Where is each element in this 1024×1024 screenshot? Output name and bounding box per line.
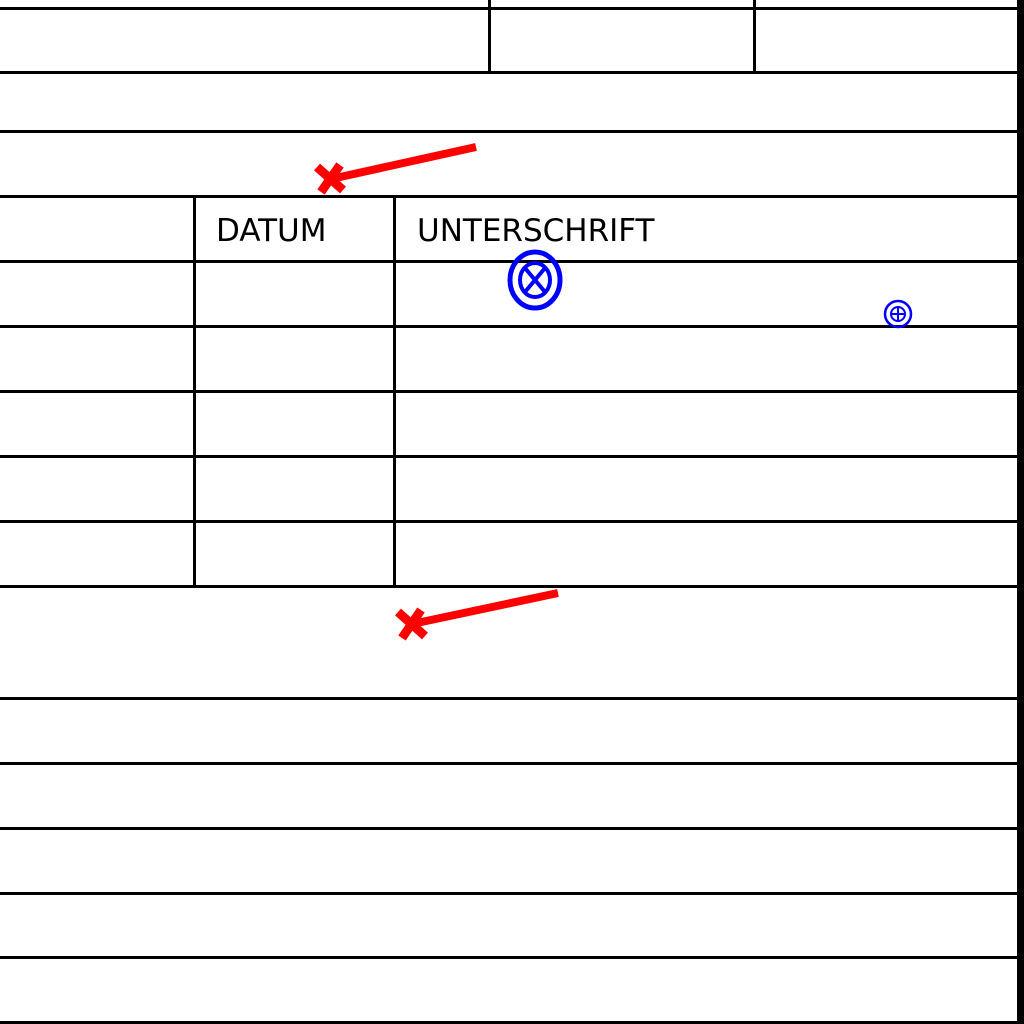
rule-line (0, 195, 1018, 198)
page-border (1017, 0, 1024, 1024)
form-sheet: DATUM UNTERSCHRIFT (0, 0, 1024, 1024)
datum-cell[interactable] (196, 523, 393, 585)
unterschrift-cell[interactable] (396, 328, 1017, 390)
top-field-right[interactable] (756, 10, 1017, 71)
form-line[interactable] (0, 959, 1017, 1021)
top-field-middle[interactable] (491, 10, 753, 71)
name-cell[interactable] (0, 458, 193, 520)
name-cell[interactable] (0, 523, 193, 585)
name-cell[interactable] (0, 263, 193, 325)
form-line[interactable] (0, 133, 1017, 195)
unterschrift-cell[interactable] (396, 458, 1017, 520)
form-line[interactable] (0, 765, 1017, 827)
datum-column-header: DATUM (216, 213, 327, 249)
name-cell[interactable] (0, 328, 193, 390)
unterschrift-cell[interactable] (396, 523, 1017, 585)
unterschrift-column-header: UNTERSCHRIFT (417, 213, 655, 249)
datum-cell[interactable] (196, 328, 393, 390)
form-line[interactable] (0, 700, 1017, 762)
form-line[interactable] (0, 830, 1017, 892)
form-line[interactable] (0, 895, 1017, 956)
unterschrift-cell[interactable] (396, 263, 1017, 325)
datum-cell[interactable] (196, 458, 393, 520)
unterschrift-cell[interactable] (396, 393, 1017, 455)
form-line[interactable] (0, 74, 1017, 130)
datum-cell[interactable] (196, 263, 393, 325)
name-cell[interactable] (0, 393, 193, 455)
top-field-left[interactable] (0, 10, 488, 71)
datum-cell[interactable] (196, 393, 393, 455)
